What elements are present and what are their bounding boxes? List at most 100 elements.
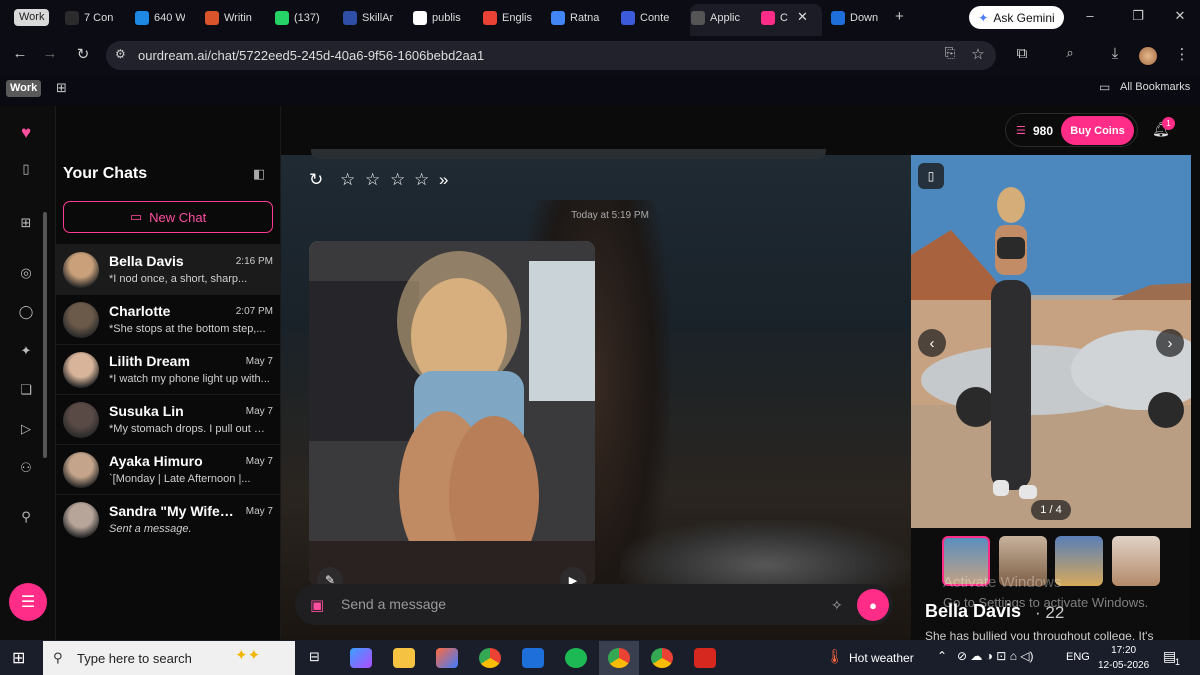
- browser-tab[interactable]: publis: [413, 8, 463, 28]
- chrome-profile-taskbar-icon[interactable]: [608, 648, 630, 668]
- next-image-icon[interactable]: ›: [1156, 329, 1184, 357]
- chat-list-item[interactable]: Charlotte 2:07 PM *She stops at the bottom…: [56, 294, 280, 344]
- profile-icon[interactable]: ⚲: [14, 509, 38, 529]
- buy-coins-button[interactable]: Buy Coins: [1061, 116, 1134, 145]
- acrobat-taskbar-icon[interactable]: [694, 648, 716, 668]
- whatsapp-icon: [275, 11, 289, 25]
- copilot-taskbar-icon[interactable]: [350, 648, 372, 668]
- site-info-icon[interactable]: ⚙: [115, 47, 126, 61]
- magic-wand-icon[interactable]: ✧: [831, 597, 843, 614]
- explore-compass-icon[interactable]: ◎: [14, 265, 38, 285]
- bookmarks-work-chip[interactable]: Work: [6, 80, 42, 97]
- thumbnail-4[interactable]: [1112, 536, 1160, 586]
- install-app-icon[interactable]: ⎘: [940, 45, 960, 61]
- minimize-icon[interactable]: –: [1080, 8, 1100, 23]
- search-highlight-icon: ✦✦: [235, 647, 261, 664]
- chat-preview: *I nod once, a short, sharp...: [109, 273, 248, 285]
- new-tab-icon[interactable]: +: [895, 8, 904, 25]
- taskbar-search-placeholder[interactable]: Type here to search: [77, 651, 192, 666]
- panel-toggle-icon[interactable]: ▯: [918, 163, 944, 189]
- browser-tab[interactable]: 640 W: [135, 8, 185, 28]
- tab-group-work[interactable]: Work: [14, 9, 50, 26]
- sidebar-toggle-icon[interactable]: ▯: [14, 161, 38, 181]
- browser-tab[interactable]: Applic: [691, 8, 751, 28]
- browser-tab[interactable]: Ratna: [551, 8, 601, 28]
- rating-star-3-icon[interactable]: ☆: [390, 170, 405, 190]
- regenerate-icon[interactable]: ↻: [309, 170, 323, 190]
- browser-tab[interactable]: 7 Con: [65, 8, 115, 28]
- chat-list-item[interactable]: Susuka Lin May 7 *My stomach drops. I pull…: [56, 394, 280, 444]
- gallery-icon[interactable]: ❏: [14, 382, 38, 402]
- browser-tab-label: publis: [432, 12, 461, 24]
- chat-preview: *I watch my phone light up with...: [109, 373, 270, 385]
- spotify-taskbar-icon[interactable]: [565, 648, 587, 668]
- all-bookmarks-link[interactable]: All Bookmarks: [1120, 81, 1190, 93]
- video-icon[interactable]: ▷: [14, 421, 38, 441]
- heart-logo-icon[interactable]: ♥: [14, 123, 38, 143]
- new-chat-button[interactable]: ▭ New Chat: [63, 201, 273, 233]
- browser-tab[interactable]: Down: [831, 8, 879, 28]
- chat-list-item[interactable]: Ayaka Himuro May 7 `[Monday | Late Afterno…: [56, 444, 280, 494]
- image-upload-icon[interactable]: ▣: [310, 596, 324, 614]
- chat-preview: *My stomach drops. I pull out m...: [109, 423, 272, 435]
- browser-tab-label: SkillAr: [362, 12, 393, 24]
- message-image[interactable]: [309, 241, 595, 586]
- chat-list-item[interactable]: Sandra "My Wife, ... May 7 Sent a message.: [56, 494, 280, 544]
- weather-label[interactable]: Hot weather: [849, 651, 914, 665]
- rating-star-4-icon[interactable]: ☆: [414, 170, 429, 190]
- chrome-alt-taskbar-icon[interactable]: [651, 648, 673, 668]
- browser-tab[interactable]: Writin: [205, 8, 255, 28]
- windows-start-icon[interactable]: ⊞: [12, 648, 25, 668]
- mail-taskbar-icon[interactable]: [522, 648, 544, 668]
- reload-icon[interactable]: ↻: [73, 45, 93, 63]
- sunburst-icon: [205, 11, 219, 25]
- cast-icon[interactable]: ⌕: [1060, 45, 1080, 61]
- browser-tab[interactable]: Englis: [483, 8, 533, 28]
- microphone-button[interactable]: ●: [857, 589, 889, 621]
- coins-stack-button[interactable]: ☰: [9, 583, 47, 621]
- profile-avatar[interactable]: [1139, 47, 1157, 65]
- rail-scrollbar[interactable]: [43, 212, 47, 458]
- close-tab-icon[interactable]: ✕: [797, 9, 808, 25]
- browser-tab[interactable]: Conte: [621, 8, 671, 28]
- apps-grid-icon[interactable]: ⊞: [56, 80, 67, 96]
- ask-gemini-button[interactable]: ✦ Ask Gemini: [969, 6, 1064, 29]
- url-text[interactable]: ourdream.ai/chat/5722eed5-245d-40a6-9f56…: [138, 48, 484, 63]
- menu-kebab-icon[interactable]: ⋮: [1172, 45, 1192, 63]
- browser-tab-label: (137): [294, 12, 320, 24]
- file-explorer-taskbar-icon[interactable]: [393, 648, 415, 668]
- chevron-up-icon[interactable]: ⌃: [937, 649, 947, 663]
- collapse-panel-icon[interactable]: ◧: [253, 166, 265, 182]
- forward-arrow-icon[interactable]: →: [40, 45, 60, 62]
- message-input[interactable]: [341, 594, 811, 614]
- language-indicator[interactable]: ENG: [1066, 651, 1090, 663]
- create-icon[interactable]: ⊞: [14, 215, 38, 235]
- back-arrow-icon[interactable]: ←: [10, 45, 30, 62]
- chrome-taskbar-icon[interactable]: [479, 648, 501, 668]
- bookmark-star-icon[interactable]: ☆: [968, 45, 988, 63]
- sparkles-icon[interactable]: ✦: [14, 343, 38, 363]
- task-view-icon[interactable]: ⊟: [309, 649, 320, 665]
- extensions-icon[interactable]: ⧉: [1012, 45, 1032, 62]
- rating-star-1-icon[interactable]: ☆: [340, 170, 355, 190]
- new-chat-icon: ▭: [129, 209, 143, 224]
- chat-list-item[interactable]: Bella Davis 2:16 PM *I nod once, a short, …: [56, 244, 280, 294]
- restore-icon[interactable]: ❐: [1128, 8, 1148, 24]
- thumbnail-3[interactable]: [1055, 536, 1103, 586]
- tray-icons[interactable]: ⊘ ☁ ◑ ⊡ ⌂ ◁): [957, 649, 1034, 663]
- taskbar-clock[interactable]: 17:20 12-05-2026: [1098, 643, 1149, 673]
- chat-list-item[interactable]: Lilith Dream May 7 *I watch my phone light…: [56, 344, 280, 394]
- group-icon[interactable]: ⚇: [14, 460, 38, 480]
- downloads-icon[interactable]: ⤓: [1105, 45, 1125, 62]
- close-window-icon[interactable]: ✕: [1170, 8, 1190, 24]
- skip-forward-icon[interactable]: »: [439, 170, 448, 190]
- avatar: [63, 352, 99, 388]
- browser-tab[interactable]: SkillAr: [343, 8, 393, 28]
- chat-bubble-icon[interactable]: ◯: [14, 304, 38, 324]
- store-taskbar-icon[interactable]: [436, 648, 458, 668]
- coins-stack-icon: ☰: [20, 594, 36, 611]
- browser-tab[interactable]: (137): [275, 8, 325, 28]
- rating-star-2-icon[interactable]: ☆: [365, 170, 380, 190]
- browser-tab[interactable]: C: [761, 8, 791, 28]
- prev-image-icon[interactable]: ‹: [918, 329, 946, 357]
